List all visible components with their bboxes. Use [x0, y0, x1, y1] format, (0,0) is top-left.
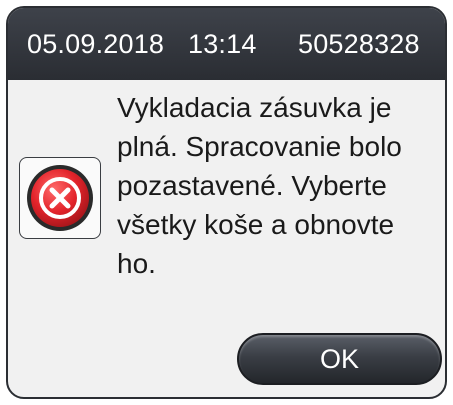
dialog-titlebar: 05.09.2018 13:14 50528328: [8, 8, 445, 80]
error-message: Vykladacia zásuvka je plná. Spracovanie …: [117, 92, 402, 279]
header-date: 05.09.2018: [27, 29, 165, 59]
error-icon-frame: [19, 157, 101, 239]
ok-button[interactable]: OK: [237, 333, 442, 385]
error-dialog: 05.09.2018 13:14 50528328 Vykladacia zás…: [6, 6, 447, 399]
error-x-icon: [27, 165, 93, 231]
header-time: 13:14: [188, 29, 257, 59]
header-serial-number: 50528328: [298, 29, 420, 59]
